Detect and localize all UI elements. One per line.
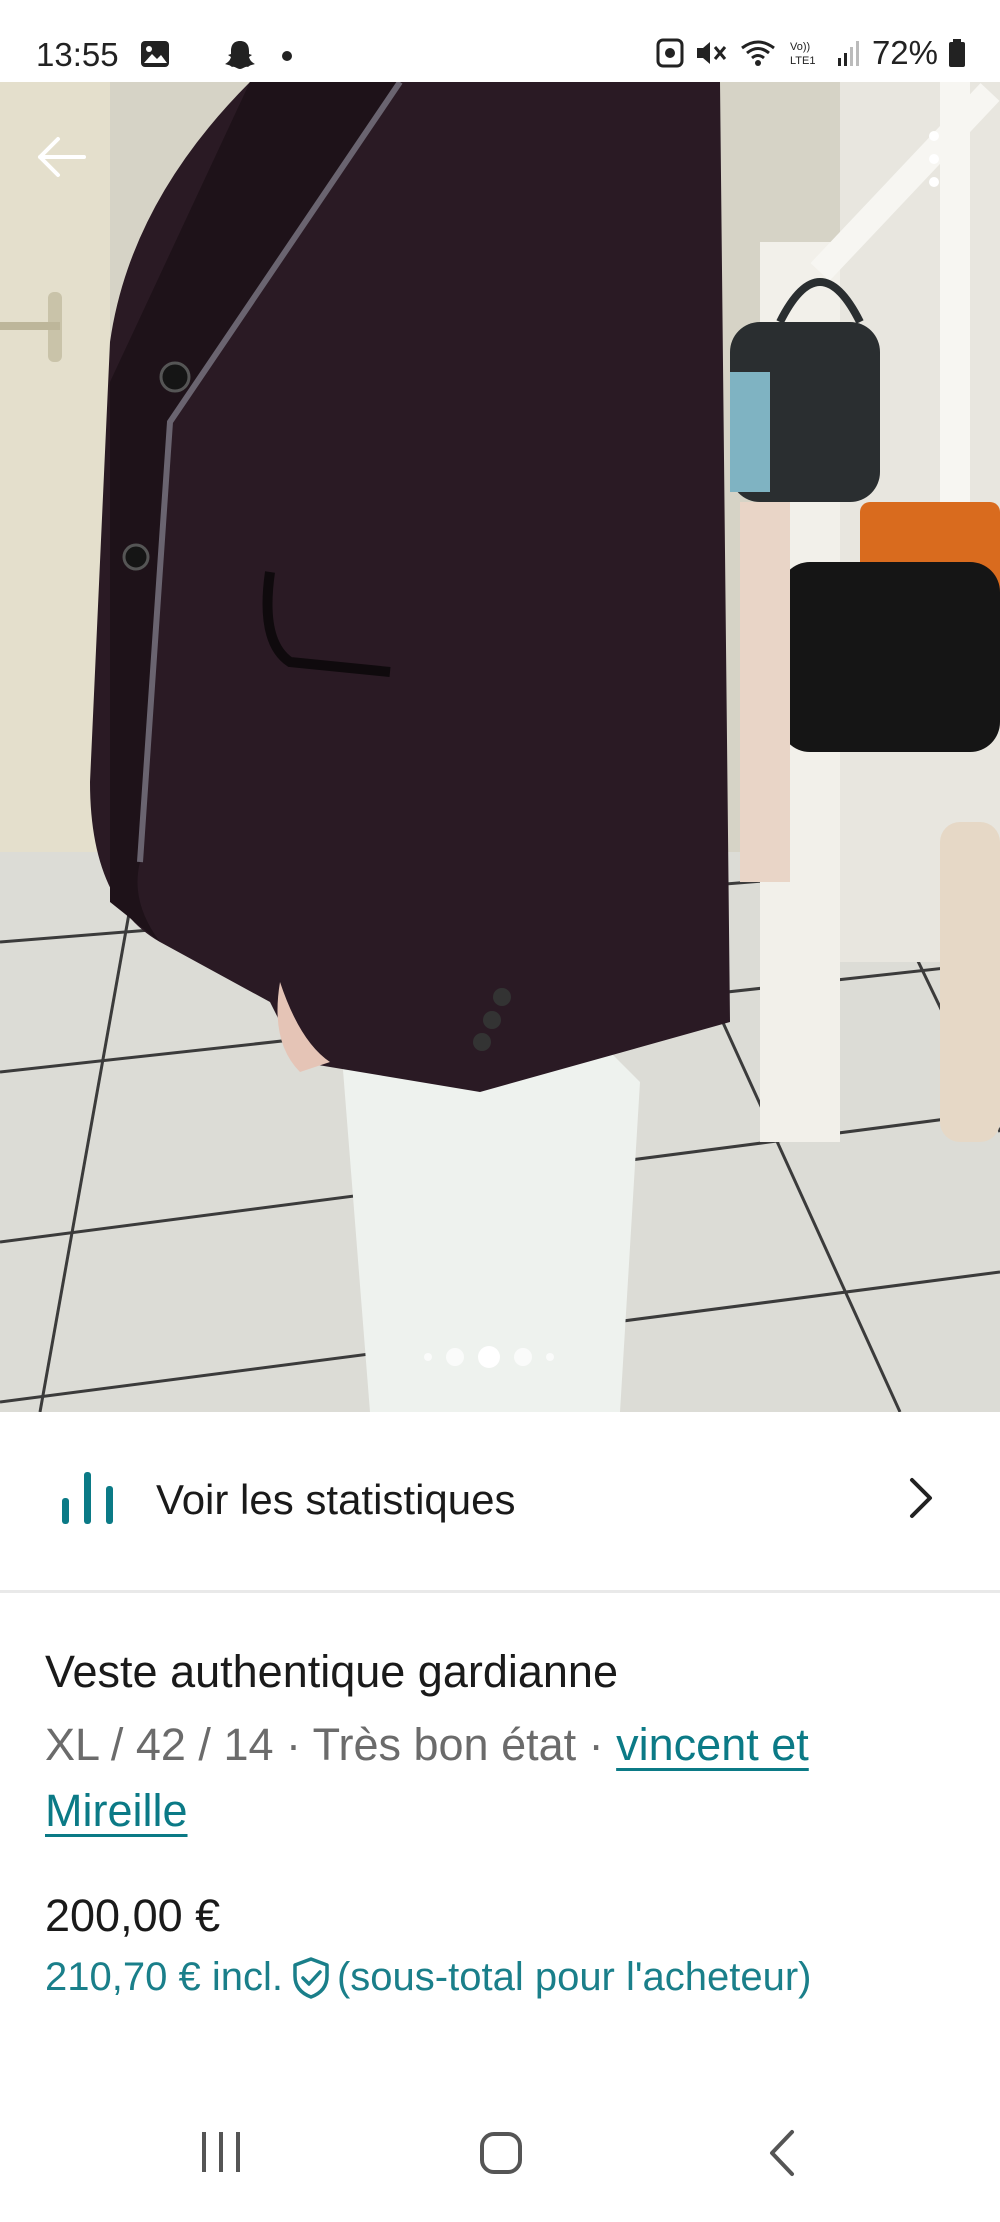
svg-text:LTE1: LTE1 [790,55,815,67]
item-size-condition: XL / 42 / 14 · Très bon état · [45,1719,617,1770]
pager-dot[interactable] [546,1353,554,1361]
status-time: 13:55 [36,36,119,73]
svg-text:Vo)): Vo)) [790,41,810,53]
pager-dot[interactable] [424,1353,432,1361]
system-nav-bar [0,2102,1000,2222]
home-icon[interactable] [478,2130,524,2176]
status-right-group: Vo)) LTE1 72% [656,34,966,72]
item-title: Veste authentique gardianne [45,1646,618,1697]
pager-dot-active[interactable] [478,1346,500,1368]
bar-chart-icon [62,1472,113,1524]
signal-icon [837,41,859,66]
product-photo[interactable] [0,82,1000,1412]
product-photo-drawing [0,82,1000,1412]
shield-check-icon [293,1956,329,1999]
volte-icon: Vo)) LTE1 [790,41,815,67]
battery-icon [949,39,965,67]
wifi-icon [741,40,775,66]
price-incl-word: incl. [211,1955,283,1999]
statistics-row[interactable]: Voir les statistiques [0,1412,1000,1590]
buyer-protection-price[interactable]: 210,70 € incl. (sous-total pour l'achete… [45,1955,812,2000]
system-back-icon[interactable] [764,2128,800,2178]
battery-percent: 72% [871,34,938,71]
photo-pager[interactable] [424,1346,554,1368]
nfc-icon [656,38,684,68]
mute-icon [696,42,727,64]
section-divider [0,1590,1000,1593]
pager-dot[interactable] [446,1348,464,1366]
chevron-right-icon [910,1478,932,1518]
back-arrow-icon[interactable] [34,130,88,184]
recents-icon[interactable] [198,2130,244,2174]
item-meta: XL / 42 / 14 · Très bon état · vincent e… [45,1712,945,1844]
notification-dot [282,51,292,61]
pager-dot[interactable] [514,1348,532,1366]
statistics-label: Voir les statistiques [156,1476,516,1523]
item-price: 200,00 € [45,1890,221,1941]
more-vert-icon[interactable] [922,126,946,192]
snapchat-icon [225,41,255,69]
gallery-icon [141,41,169,67]
price-incl-amount: 210,70 € [45,1955,201,1999]
price-incl-note: (sous-total pour l'acheteur) [336,1955,812,1999]
status-bar: 13:55 Vo)) LTE1 72% [0,0,1000,82]
